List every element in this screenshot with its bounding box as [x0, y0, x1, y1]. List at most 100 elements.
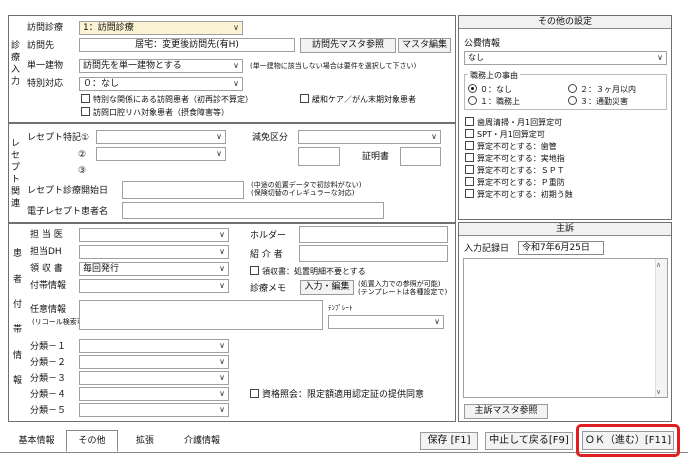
scroll-up-icon[interactable]: ∧: [656, 261, 661, 269]
attach-select[interactable]: ∨: [79, 279, 229, 293]
receipt-special-1-select[interactable]: ∨: [96, 130, 226, 144]
chevron-down-icon: ∨: [219, 389, 225, 398]
receipt-start-note-1: (中途の処置データで初診料がない): [251, 181, 362, 189]
memo-note-2: (テンプレートは各種設定で): [358, 288, 448, 296]
special-patient-checkbox[interactable]: 特別な関係にある訪問患者（初再診不算定）: [81, 94, 253, 106]
public-expense-select[interactable]: なし ∨: [464, 51, 667, 65]
e-receipt-label: 電子レセプト患者名: [27, 207, 109, 217]
receipt-doc-select[interactable]: 毎回発行 ∨: [79, 262, 229, 276]
chevron-down-icon: ∨: [233, 23, 239, 32]
check-no-shikan[interactable]: 算定不可とする：歯管: [465, 141, 557, 153]
tab-extension[interactable]: 拡張: [120, 432, 170, 450]
chevron-down-icon: ∨: [219, 230, 225, 239]
record-date-field[interactable]: 令和7年6月25日: [518, 241, 604, 255]
patient-section-label-6: 報: [13, 376, 23, 386]
receipt-start-note-2: (保険切替のイレギュラーな対応): [251, 189, 355, 197]
tab-other[interactable]: その他: [66, 430, 118, 452]
receipt-special-2-select[interactable]: ∨: [96, 147, 226, 161]
dh-label: 担当DH: [30, 247, 62, 257]
complaint-text-area[interactable]: [463, 258, 668, 398]
record-date-label: 入力記録日: [464, 244, 510, 254]
visit-section-label: 診療入力: [10, 41, 20, 87]
optional-info-field[interactable]: [79, 300, 323, 330]
duty-radio-3months[interactable]: ２：３ヶ月以内: [568, 84, 636, 96]
class-2-label: 分類－２: [30, 358, 67, 368]
reduction-select[interactable]: ∨: [298, 130, 441, 144]
class-3-label: 分類－３: [30, 374, 67, 384]
chevron-down-icon: ∨: [219, 405, 225, 414]
chevron-down-icon: ∨: [216, 132, 222, 141]
receipt-detail-checkbox[interactable]: 領収書：処置明細不要とする: [250, 266, 366, 278]
master-edit-button[interactable]: マスタ編集: [398, 38, 451, 53]
special-select[interactable]: ０：なし ∨: [79, 77, 243, 91]
visit-place-field[interactable]: 居宅：変更後訪問先(有H): [79, 38, 295, 52]
class-1-select[interactable]: ∨: [79, 339, 229, 353]
class-3-select[interactable]: ∨: [79, 371, 229, 385]
chevron-down-icon: ∨: [657, 53, 663, 62]
receipt-start-field[interactable]: [122, 181, 244, 199]
memo-label: 診療メモ: [250, 284, 287, 294]
receipt-doc-label: 領 収 書: [30, 264, 63, 274]
chevron-down-icon: ∨: [216, 149, 222, 158]
building-select[interactable]: 訪問先を単一建物とする ∨: [79, 59, 243, 73]
chevron-down-icon: ∨: [434, 317, 440, 326]
chevron-down-icon: ∨: [219, 357, 225, 366]
duty-radio-none[interactable]: ０：なし: [468, 84, 512, 96]
ok-proceed-button[interactable]: ＯＫ（進む）[F11]: [582, 431, 674, 450]
patient-section-label-3: 付: [13, 300, 23, 310]
template-select[interactable]: ∨: [328, 315, 444, 329]
chevron-down-icon: ∨: [219, 373, 225, 382]
receipt-start-label: レセプト診療開始日: [27, 186, 109, 196]
duty-radio-duty[interactable]: １：職務上: [468, 96, 520, 108]
e-receipt-name-field[interactable]: [122, 202, 384, 219]
complaint-scrollbar[interactable]: [655, 259, 667, 397]
check-no-p-jubo[interactable]: 算定不可とする：Ｐ重防: [465, 177, 565, 189]
scroll-down-icon[interactable]: ∨: [656, 388, 661, 396]
certificate-label: 証明書: [362, 152, 390, 162]
save-button[interactable]: 保存 [F1]: [420, 432, 478, 450]
dh-select[interactable]: ∨: [79, 245, 229, 259]
public-expense-label: 公費情報: [464, 39, 501, 49]
qualification-checkbox[interactable]: 資格照会：限定額適用認定証の提供同意: [250, 389, 424, 401]
check-no-early-caries[interactable]: 算定不可とする：初期う蝕: [465, 189, 573, 201]
palliative-checkbox[interactable]: 緩和ケア／がん末期対象患者: [300, 94, 416, 106]
receipt-section-label: レセプト関連: [10, 139, 20, 209]
place-master-button[interactable]: 訪問先マスタ参照: [300, 38, 396, 53]
patient-section-label-2: 者: [13, 275, 23, 285]
referrer-field[interactable]: [299, 245, 448, 262]
class-5-select[interactable]: ∨: [79, 403, 229, 417]
cancel-back-button[interactable]: 中止して戻る[F9]: [485, 432, 573, 450]
chevron-down-icon: ∨: [219, 281, 225, 290]
check-perio-cleaning[interactable]: 歯周清掃・月1回算定可: [465, 117, 562, 129]
tab-care-info[interactable]: 介護情報: [171, 432, 233, 450]
building-note: (単一建物に該当しない場合は要件を選択して下さい): [250, 62, 417, 70]
class-2-select[interactable]: ∨: [79, 355, 229, 369]
visit-type-label: 訪問診療: [27, 23, 64, 33]
referrer-label: 紹 介 者: [250, 250, 283, 260]
doctor-label: 担 当 医: [30, 230, 63, 240]
complaint-master-button[interactable]: 主訴マスタ参照: [464, 404, 548, 419]
chevron-down-icon: ∨: [431, 132, 437, 141]
class-5-label: 分類－５: [30, 406, 67, 416]
tab-basic-info[interactable]: 基本情報: [8, 432, 65, 450]
memo-input-edit-button[interactable]: 入力・編集: [300, 280, 354, 295]
attach-label: 付帯情報: [30, 281, 67, 291]
optional-info-label: 任意情報: [30, 305, 67, 315]
check-no-spt[interactable]: 算定不可とする：ＳＰＴ: [465, 165, 565, 177]
check-spt-monthly[interactable]: SPT・月1回算定可: [465, 129, 545, 141]
certificate-field[interactable]: [400, 147, 441, 166]
oral-rehab-checkbox[interactable]: 訪問口腔リハ対象患者（摂食障害等）: [81, 107, 229, 119]
chevron-down-icon: ∨: [219, 264, 225, 273]
holder-field[interactable]: [299, 226, 448, 243]
reduction-label: 減免区分: [252, 133, 289, 143]
chevron-down-icon: ∨: [219, 341, 225, 350]
doctor-select[interactable]: ∨: [79, 228, 229, 242]
class-4-select[interactable]: ∨: [79, 387, 229, 401]
building-label: 単一建物: [27, 61, 64, 71]
patient-section-label-5: 情: [13, 351, 23, 361]
visit-type-select[interactable]: 1：訪問診療 ∨: [79, 21, 243, 35]
reduction-code-field[interactable]: [298, 147, 340, 166]
holder-label: ホルダー: [250, 231, 287, 241]
duty-radio-commute[interactable]: ３：通勤災害: [568, 96, 628, 108]
check-no-jicchi[interactable]: 算定不可とする：実地指: [465, 153, 565, 165]
